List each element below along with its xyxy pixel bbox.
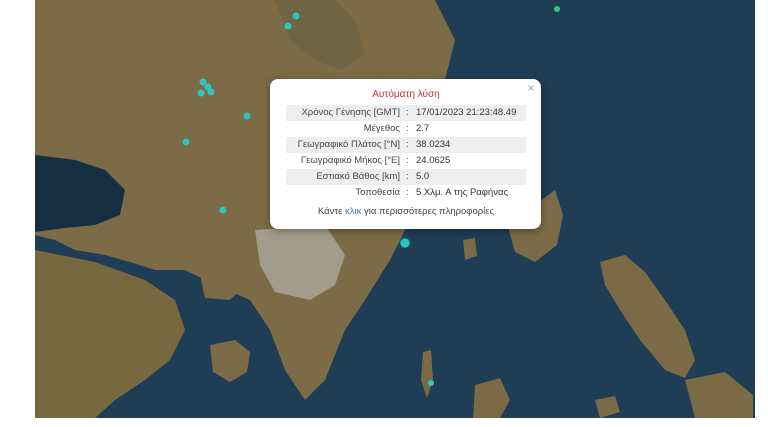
quake-marker[interactable] (292, 12, 300, 20)
earthquake-info-popup: × Αυτόματη λύση Χρόνος Γένησης [GMT]: 17… (270, 79, 541, 229)
info-table: Χρόνος Γένησης [GMT]: 17/01/2023 21:23:4… (286, 105, 526, 201)
row-label: Γεωγραφικό Μήκος [°E] (300, 155, 400, 166)
row-value: 5 Χλμ. Α της Ραφήνας (416, 187, 509, 198)
quake-marker[interactable] (243, 112, 251, 120)
row-value: 17/01/2023 21:23:48.49 (416, 107, 517, 118)
table-row: Γεωγραφικό Πλάτος [°N]: 38.0234 (286, 137, 526, 153)
popup-title: Αυτόματη λύση (372, 89, 440, 100)
more-info-line: Κάντε κλικ για περισσότερες πληροφορίες (317, 206, 495, 217)
row-value: 2.7 (416, 123, 430, 134)
row-label: Εστιακό Βάθος [km] (316, 171, 400, 182)
table-row: Τοποθεσία: 5 Χλμ. Α της Ραφήνας (286, 185, 526, 201)
row-value: 24.0625 (416, 155, 451, 166)
quake-marker[interactable] (182, 138, 190, 146)
quake-marker[interactable] (399, 237, 411, 249)
row-label: Τοποθεσία (355, 187, 400, 198)
row-label: Μέγεθος (363, 123, 400, 134)
row-value: 38.0234 (416, 139, 451, 150)
row-value: 5.0 (416, 171, 430, 182)
table-row: Γεωγραφικό Μήκος [°E]: 24.0625 (286, 153, 526, 169)
table-row: Εστιακό Βάθος [km]: 5.0 (286, 169, 526, 185)
quake-marker[interactable] (197, 89, 205, 97)
quake-marker[interactable] (207, 88, 215, 96)
quake-marker[interactable] (219, 206, 227, 214)
row-label: Γεωγραφικό Πλάτος [°N] (297, 139, 400, 150)
quake-marker[interactable] (554, 6, 560, 12)
quake-marker[interactable] (428, 380, 434, 386)
more-info-link[interactable]: κλικ (345, 206, 361, 217)
close-icon[interactable]: × (525, 82, 537, 94)
quake-marker[interactable] (284, 22, 292, 30)
table-row: Χρόνος Γένησης [GMT]: 17/01/2023 21:23:4… (286, 105, 526, 121)
quake-marker[interactable] (199, 78, 207, 86)
table-row: Μέγεθος: 2.7 (286, 121, 526, 137)
row-label: Χρόνος Γένησης [GMT] (301, 107, 400, 118)
